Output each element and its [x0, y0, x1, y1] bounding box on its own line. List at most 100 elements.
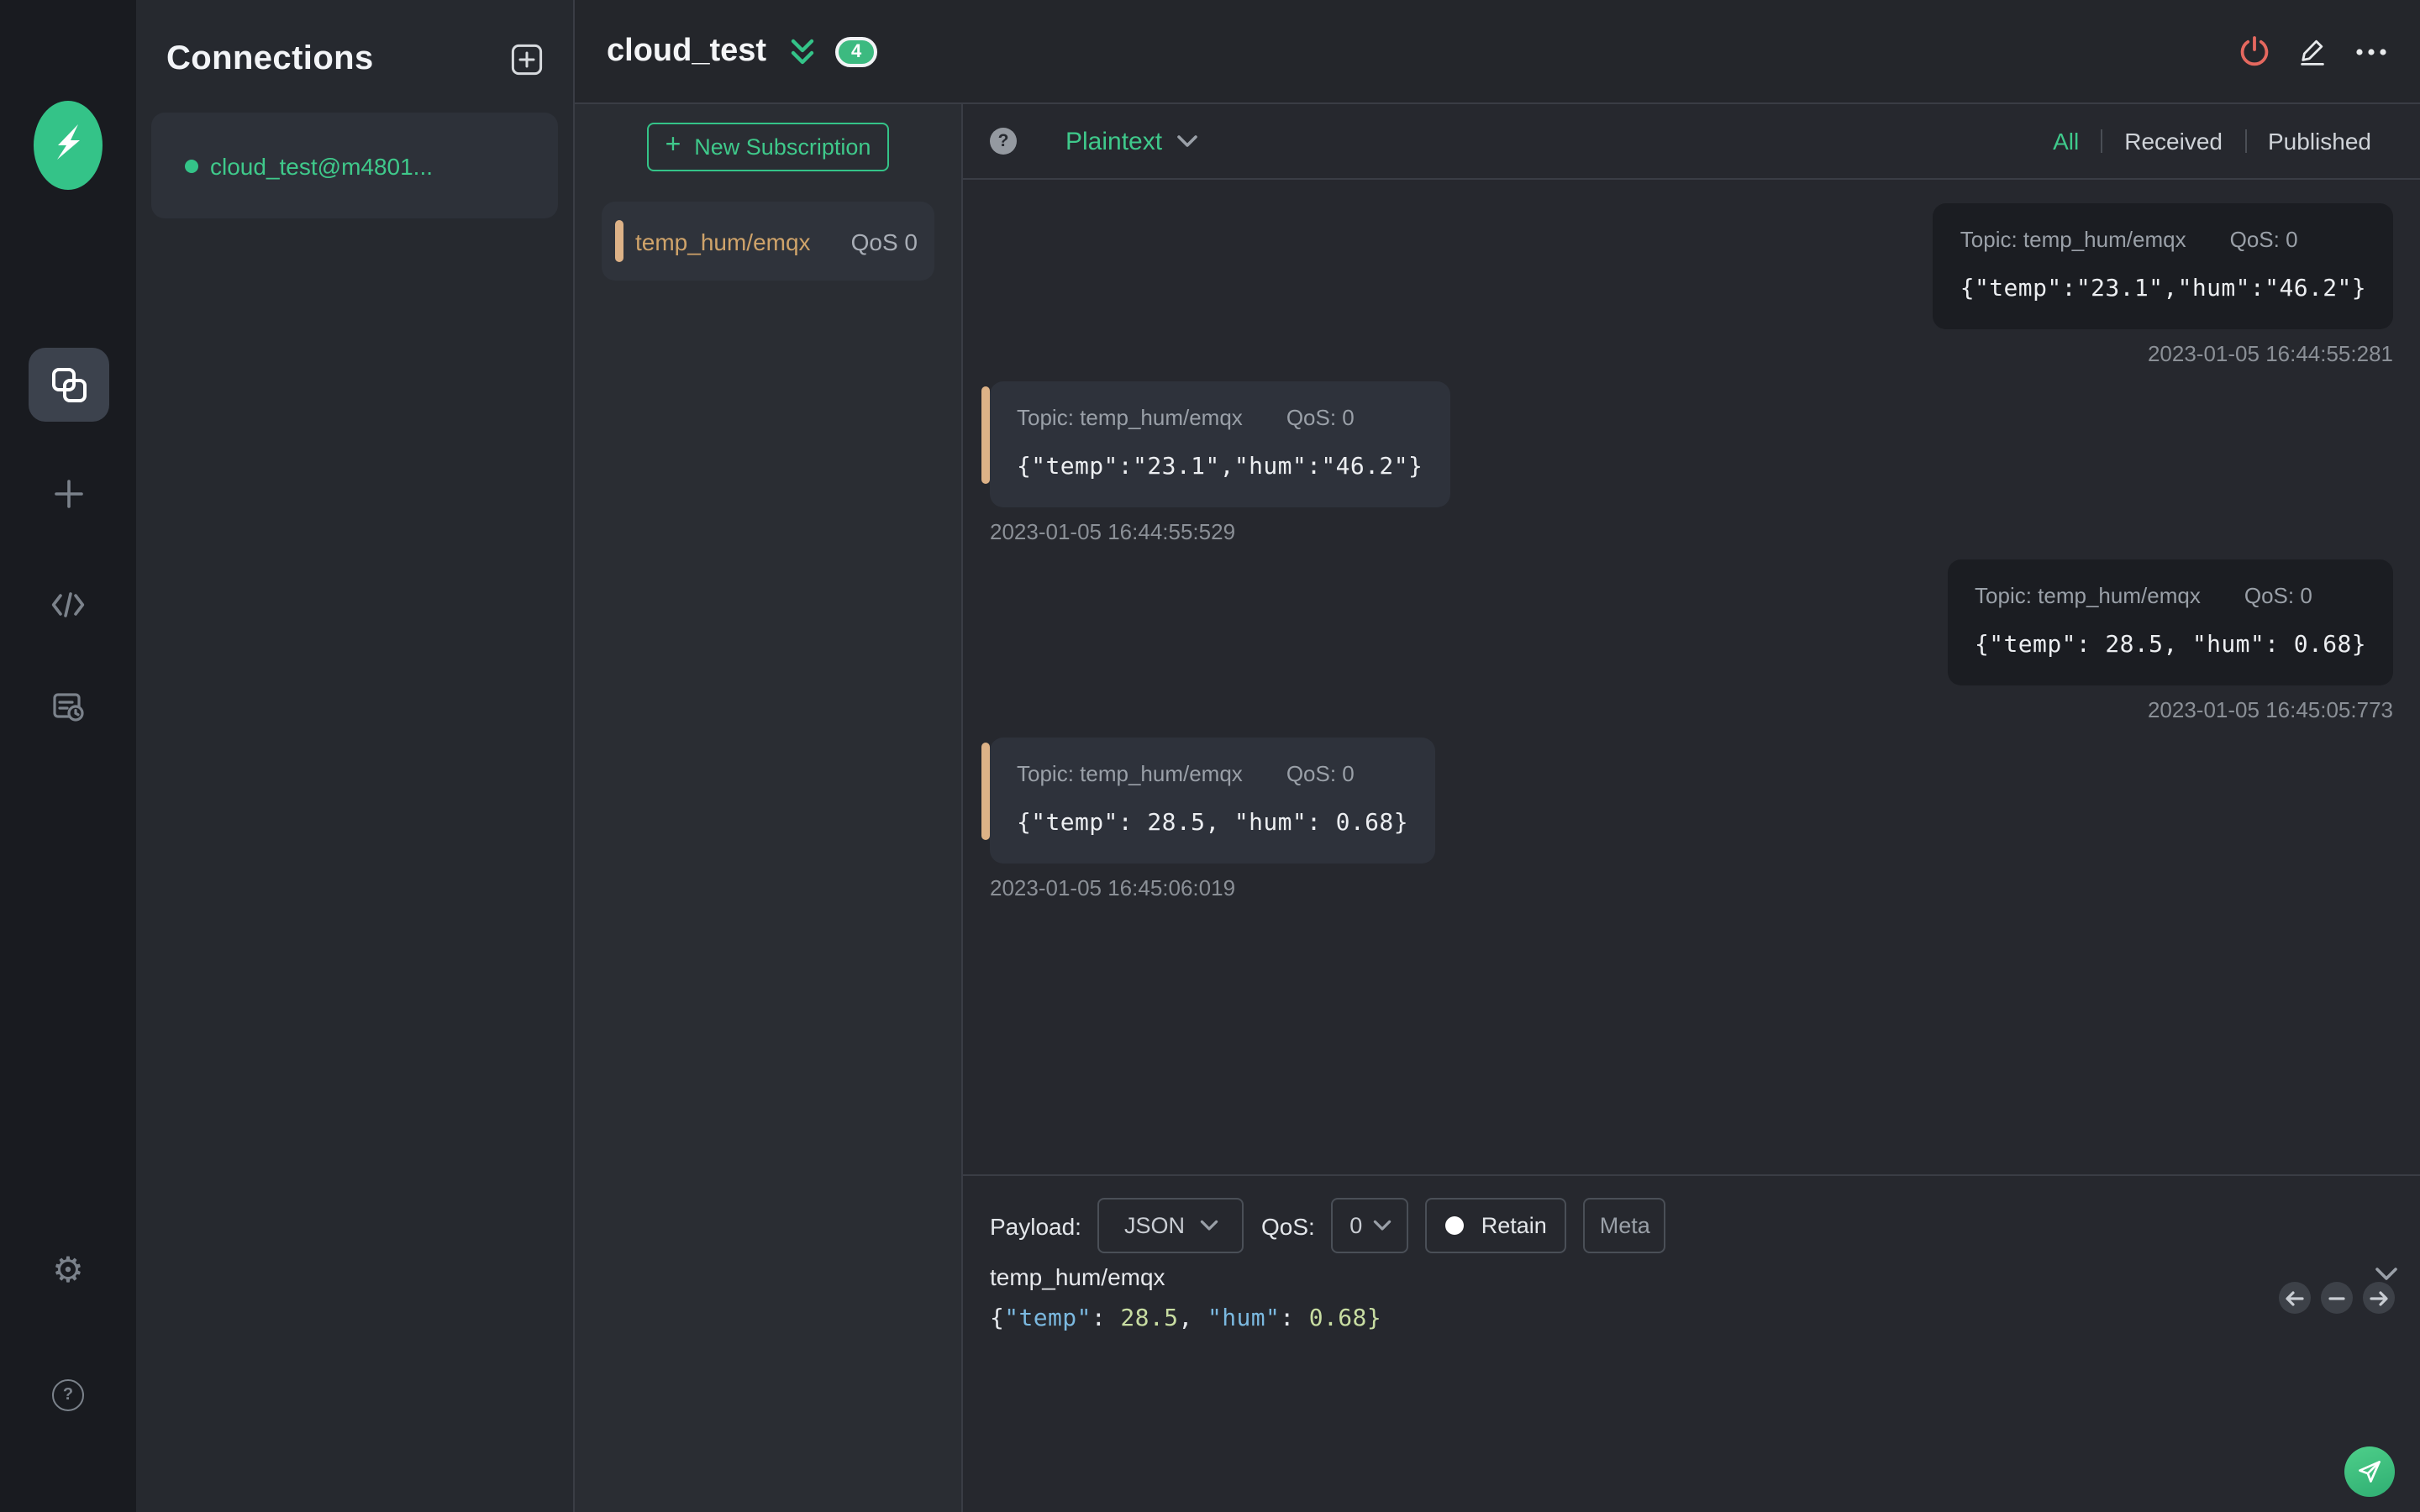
message-received: Topic: temp_hum/emqx QoS: 0 {"temp": 28.5,… — [981, 738, 2393, 900]
payload-token-number: } — [1366, 1305, 1382, 1332]
payload-token-key: "hum" — [1207, 1305, 1281, 1332]
message-topic: Topic: temp_hum/emqx — [1960, 227, 2186, 252]
message-accent-bar — [981, 386, 990, 484]
filter-tab-received[interactable]: Received — [2102, 128, 2244, 155]
app-sidebar: ⚙ ? — [0, 0, 136, 1512]
messages-toolbar: ? Plaintext All Received Published — [963, 104, 2420, 180]
topic-input[interactable] — [990, 1263, 2353, 1290]
payload-token-number: 28.5 — [1120, 1305, 1179, 1332]
code-icon — [50, 591, 86, 618]
arrow-right-icon — [2370, 1289, 2388, 1306]
message-topic: Topic: temp_hum/emqx — [1017, 405, 1243, 430]
message-list: Topic: temp_hum/emqx QoS: 0 {"temp":"23.1"… — [963, 180, 2420, 1174]
sidebar-item-new-connection[interactable] — [28, 457, 108, 531]
payload-token-key: "temp" — [1004, 1305, 1092, 1332]
add-connection-button[interactable] — [511, 44, 543, 76]
retain-toggle[interactable]: Retain — [1425, 1198, 1567, 1253]
connections-panel: Connections cloud_test@m4801... — [136, 0, 575, 1512]
power-icon — [2238, 35, 2270, 67]
message-timestamp: 2023-01-05 16:44:55:529 — [990, 519, 1236, 544]
connection-header: cloud_test 4 — [575, 0, 2420, 104]
message-timestamp: 2023-01-05 16:45:06:019 — [990, 875, 1236, 900]
message-qos: QoS: 0 — [2244, 583, 2312, 608]
sidebar-item-script[interactable] — [28, 568, 108, 642]
send-button[interactable] — [2344, 1446, 2395, 1497]
filter-tab-all[interactable]: All — [2031, 128, 2101, 155]
payload-token-punct: , — [1178, 1305, 1207, 1332]
message-bubble[interactable]: Topic: temp_hum/emqx QoS: 0 {"temp": 28.5,… — [1948, 559, 2393, 685]
previous-message-button[interactable] — [2279, 1282, 2311, 1314]
message-bubble[interactable]: Topic: temp_hum/emqx QoS: 0 {"temp":"23.1"… — [990, 381, 1450, 507]
connections-title: Connections — [166, 40, 374, 77]
subscription-color-bar — [615, 220, 623, 262]
sidebar-item-log[interactable] — [28, 670, 108, 744]
new-subscription-button[interactable]: + New Subscription — [647, 123, 889, 171]
chevron-down-icon — [1372, 1220, 1391, 1231]
message-qos: QoS: 0 — [1286, 405, 1355, 430]
meta-button[interactable]: Meta — [1583, 1198, 1666, 1253]
message-topic: Topic: temp_hum/emqx — [1017, 761, 1243, 786]
subscription-item[interactable]: temp_hum/emqx QoS 0 — [602, 202, 934, 281]
clear-message-button[interactable] — [2321, 1282, 2353, 1314]
next-message-button[interactable] — [2363, 1282, 2395, 1314]
connection-list-item[interactable]: cloud_test@m4801... — [151, 113, 558, 218]
message-qos: QoS: 0 — [2229, 227, 2298, 252]
payload-label: Payload: — [990, 1212, 1081, 1239]
log-icon — [51, 692, 85, 722]
gear-icon: ⚙ — [52, 1249, 84, 1289]
paper-plane-icon — [2356, 1458, 2383, 1485]
message-bubble[interactable]: Topic: temp_hum/emqx QoS: 0 {"temp":"23.1"… — [1933, 203, 2393, 329]
mqttx-logo-icon — [34, 101, 103, 190]
message-timestamp: 2023-01-05 16:45:05:773 — [2147, 697, 2393, 722]
connection-name: cloud_test@m4801... — [210, 152, 434, 179]
disconnect-button[interactable] — [2238, 35, 2270, 67]
message-payload: {"temp": 28.5, "hum": 0.68} — [1017, 810, 1408, 837]
retain-dot-icon — [1445, 1216, 1465, 1235]
payload-format-value: Plaintext — [1065, 127, 1163, 155]
payload-token-punct: : — [1091, 1305, 1121, 1332]
chevron-down-icon — [1176, 134, 1197, 148]
qos-value: 0 — [1349, 1213, 1363, 1238]
more-options-button[interactable] — [2354, 46, 2388, 56]
edit-connection-button[interactable] — [2297, 36, 2328, 66]
sidebar-item-settings[interactable]: ⚙ — [28, 1233, 108, 1307]
plus-icon: + — [665, 131, 681, 160]
ellipsis-icon — [2354, 46, 2388, 56]
payload-token-number: 0.68 — [1308, 1305, 1367, 1332]
double-chevron-down-icon — [788, 36, 817, 66]
payload-format-value: JSON — [1123, 1213, 1185, 1238]
qos-dropdown[interactable]: 0 — [1331, 1198, 1409, 1253]
publish-toolbar: Payload: JSON QoS: 0 Retain Meta — [990, 1198, 2420, 1253]
message-timestamp: 2023-01-05 16:44:55:281 — [2147, 341, 2393, 366]
message-bubble[interactable]: Topic: temp_hum/emqx QoS: 0 {"temp": 28.5,… — [990, 738, 1435, 864]
message-received: Topic: temp_hum/emqx QoS: 0 {"temp":"23.1"… — [981, 381, 2393, 544]
subscription-topic: temp_hum/emqx — [635, 228, 811, 255]
connection-title: cloud_test — [607, 33, 767, 68]
pencil-icon — [2297, 36, 2328, 66]
sidebar-item-connections[interactable] — [28, 348, 108, 422]
filter-tab-published[interactable]: Published — [2246, 128, 2393, 155]
new-subscription-label: New Subscription — [694, 134, 871, 160]
message-topic: Topic: temp_hum/emqx — [1975, 583, 2201, 608]
messages-panel: ? Plaintext All Received Published Topic… — [963, 104, 2420, 1512]
sidebar-item-help[interactable]: ? — [28, 1357, 108, 1431]
payload-editor[interactable]: {"temp": 28.5, "hum": 0.68} — [990, 1305, 2420, 1332]
publish-panel: Payload: JSON QoS: 0 Retain Meta temp_hu… — [963, 1174, 2420, 1512]
payload-format-dropdown[interactable]: JSON — [1097, 1198, 1244, 1253]
message-history-nav — [2279, 1282, 2395, 1314]
payload-format-help-icon[interactable]: ? — [990, 128, 1017, 155]
collapse-panel-button[interactable] — [788, 36, 817, 66]
payload-token-punct: : — [1280, 1305, 1309, 1332]
plus-square-icon — [511, 44, 543, 76]
connections-icon — [48, 365, 88, 405]
mqttx-app: ⚙ ? Connections cloud_test@m4801... clou… — [0, 0, 2420, 1512]
qos-label: QoS: — [1260, 1212, 1315, 1239]
question-circle-icon: ? — [52, 1378, 84, 1410]
expand-editor-button[interactable] — [2375, 1267, 2398, 1282]
subscriptions-panel: + New Subscription temp_hum/emqx QoS 0 — [575, 104, 963, 1512]
payload-format-select[interactable]: Plaintext — [1065, 127, 1197, 155]
message-published: Topic: temp_hum/emqx QoS: 0 {"temp":"23.1"… — [990, 203, 2393, 366]
topic-row — [990, 1263, 2397, 1290]
message-payload: {"temp": 28.5, "hum": 0.68} — [1975, 632, 2366, 659]
payload-token-punct: { — [990, 1305, 1005, 1332]
